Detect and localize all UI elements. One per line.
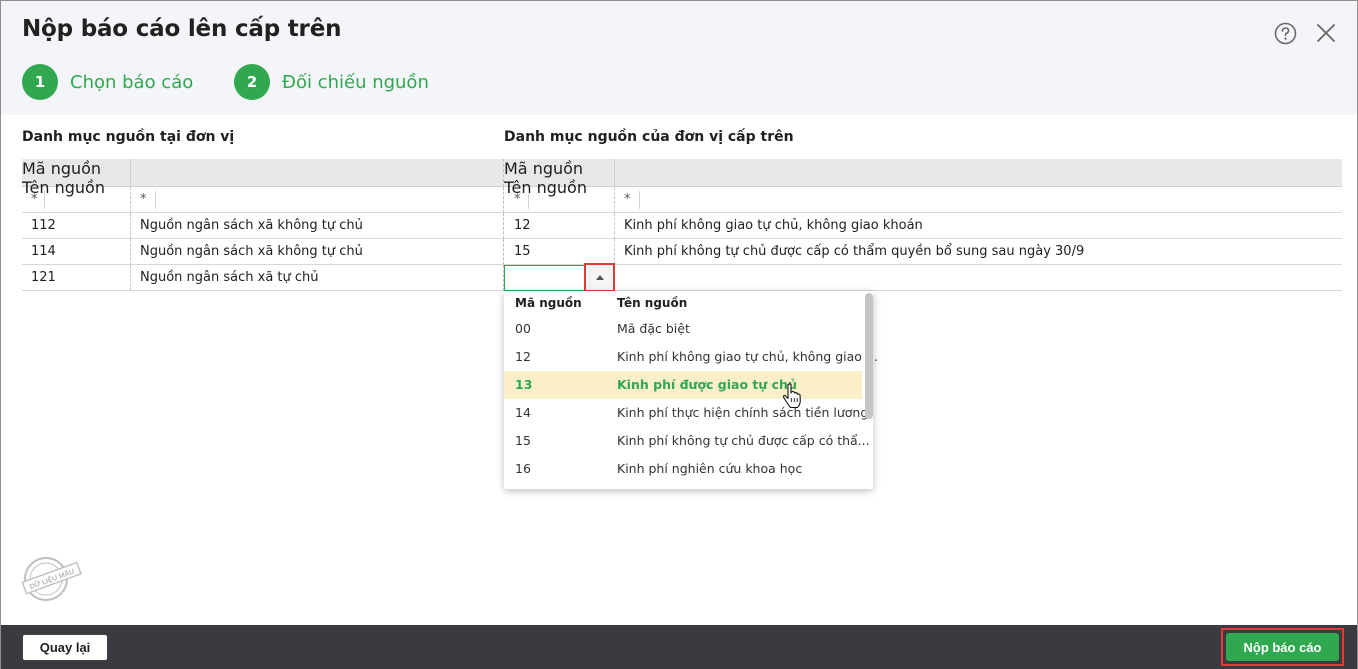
dropdown-item-selected[interactable]: 13 Kinh phí được giao tự chủ (504, 371, 862, 399)
right-filter-row: * * (503, 187, 1342, 213)
filter-divider (44, 191, 45, 209)
row-name: Nguồn ngân sách xã không tự chủ (140, 244, 363, 259)
caret-up-icon (596, 275, 604, 280)
step-label: Chọn báo cáo (70, 71, 194, 93)
row-code: 15 (514, 244, 531, 259)
source-code-dropdown: Mã nguồn Tên nguồn 00 Mã đặc biệt 12 Kin… (504, 291, 878, 489)
sample-data-stamp-icon: DỮ LIỆU MẪU (21, 557, 82, 601)
row-name: Kinh phí không giao tự chủ, không giao k… (624, 218, 923, 233)
filter-divider (639, 191, 640, 209)
dropdown-item-name: Kinh phí thực hiện chính sách tiền lương (617, 405, 869, 420)
dropdown-item-name: Kinh phí không giao tự chủ, không giao .… (617, 349, 878, 364)
table-row[interactable]: 121 Nguồn ngân sách xã tự chủ (22, 265, 503, 291)
table-row[interactable]: 114 Nguồn ngân sách xã không tự chủ (22, 239, 503, 265)
column-header-code[interactable]: Mã nguồn (22, 159, 130, 178)
dropdown-header-name: Tên nguồn (617, 296, 688, 310)
combo-toggle-button[interactable] (584, 263, 615, 292)
step-compare-sources[interactable]: 2 Đối chiếu nguồn (234, 64, 429, 100)
column-divider (130, 239, 131, 265)
dropdown-item-code: 14 (515, 405, 531, 420)
dialog-footer (1, 625, 1357, 669)
step-number-circle: 1 (22, 64, 58, 100)
row-code: 12 (514, 218, 531, 233)
dialog-window: Nộp báo cáo lên cấp trên 1 Chọn báo cáo … (0, 0, 1358, 669)
row-code: 121 (31, 270, 56, 285)
column-divider (130, 213, 131, 239)
hand-pointer-icon (782, 383, 801, 409)
row-name (615, 265, 624, 291)
dropdown-item[interactable]: 15 Kinh phí không tự chủ được cấp có thẩ… (504, 427, 870, 455)
back-button[interactable]: Quay lại (22, 634, 108, 661)
column-divider (614, 159, 615, 187)
dropdown-item-name: Kinh phí nghiên cứu khoa học (617, 461, 803, 476)
dropdown-item-name: Kinh phí không tự chủ được cấp có thẩ... (617, 433, 870, 448)
submit-report-button[interactable]: Nộp báo cáo (1226, 633, 1339, 661)
filter-divider (528, 191, 529, 209)
column-divider (130, 265, 131, 291)
left-grid-header: Mã nguồn Tên nguồn (22, 159, 503, 197)
filter-code-input[interactable]: * (22, 187, 130, 213)
dialog-header: Nộp báo cáo lên cấp trên 1 Chọn báo cáo … (1, 1, 1357, 115)
step-label: Đối chiếu nguồn (282, 71, 429, 93)
filter-name-input[interactable]: * (615, 187, 1342, 213)
table-row[interactable]: 15 Kinh phí không tự chủ được cấp có thẩ… (503, 239, 1342, 265)
dropdown-item-code: 15 (515, 433, 531, 448)
column-divider (130, 187, 131, 213)
dialog-title: Nộp báo cáo lên cấp trên (22, 16, 342, 42)
right-grid-header: Mã nguồn Tên nguồn (503, 159, 1342, 197)
dropdown-item[interactable]: 14 Kinh phí thực hiện chính sách tiền lư… (504, 399, 868, 427)
column-header-code[interactable]: Mã nguồn (504, 159, 613, 178)
column-divider (130, 159, 131, 187)
dropdown-scrollbar[interactable] (865, 291, 873, 489)
table-row[interactable] (503, 265, 1342, 291)
dropdown-header-code: Mã nguồn (515, 296, 582, 310)
row-code: 112 (31, 218, 56, 233)
dropdown-item[interactable]: 00 Mã đặc biệt (504, 315, 862, 343)
help-icon[interactable] (1274, 22, 1297, 45)
right-panel-title: Danh mục nguồn của đơn vị cấp trên (504, 129, 794, 145)
table-row[interactable]: 112 Nguồn ngân sách xã không tự chủ (22, 213, 503, 239)
left-filter-row: * * (22, 187, 503, 213)
dropdown-item[interactable]: 12 Kinh phí không giao tự chủ, không gia… (504, 343, 878, 371)
row-code: 114 (31, 244, 56, 259)
dropdown-item-code: 12 (515, 349, 531, 364)
dropdown-item-code: 16 (515, 461, 531, 476)
row-name: Nguồn ngân sách xã không tự chủ (140, 218, 363, 233)
step-choose-report[interactable]: 1 Chọn báo cáo (22, 64, 193, 100)
left-panel-title: Danh mục nguồn tại đơn vị (22, 129, 235, 145)
step-number-circle: 2 (234, 64, 270, 100)
dropdown-item-name: Mã đặc biệt (617, 321, 690, 336)
row-name: Kinh phí không tự chủ được cấp có thẩm q… (624, 244, 1085, 259)
row-name: Nguồn ngân sách xã tự chủ (140, 270, 319, 285)
close-icon[interactable] (1315, 22, 1337, 44)
dropdown-item-code: 00 (515, 321, 531, 336)
dropdown-item-name: Kinh phí được giao tự chủ (617, 377, 797, 392)
column-divider (614, 239, 615, 265)
filter-divider (155, 191, 156, 209)
dropdown-item-code: 13 (515, 377, 533, 392)
filter-code-input[interactable]: * (505, 187, 614, 213)
scrollbar-thumb[interactable] (865, 293, 873, 419)
filter-name-input[interactable]: * (131, 187, 503, 213)
column-divider (614, 187, 615, 213)
column-divider (614, 213, 615, 239)
dropdown-item[interactable]: 16 Kinh phí nghiên cứu khoa học (504, 455, 862, 483)
table-row[interactable]: 12 Kinh phí không giao tự chủ, không gia… (503, 213, 1342, 239)
